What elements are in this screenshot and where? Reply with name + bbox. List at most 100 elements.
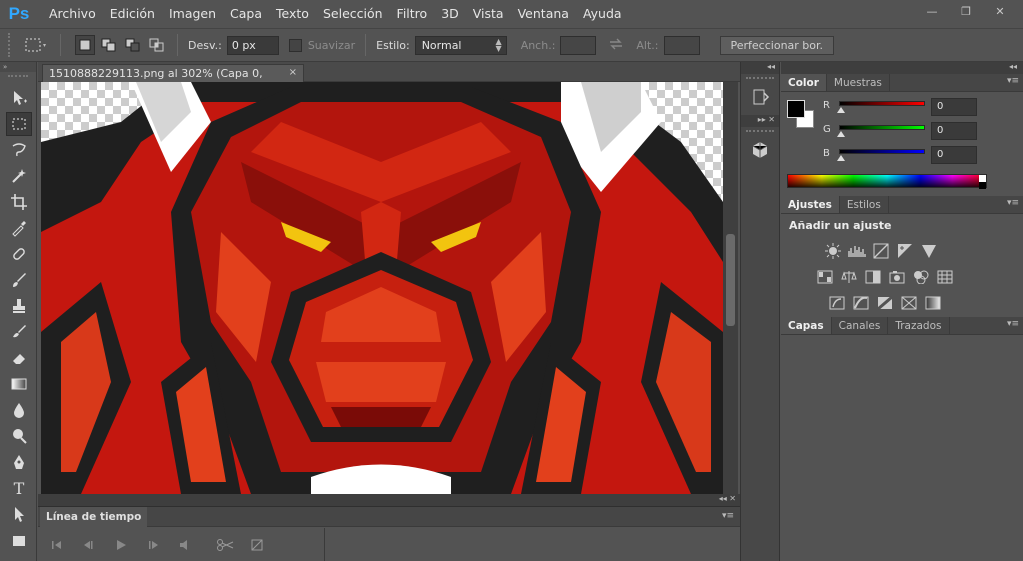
next-frame-icon[interactable] — [140, 534, 166, 556]
panel-menu-icon[interactable]: ▾≡ — [722, 511, 734, 521]
right-dock-collapse[interactable]: ◂◂ — [781, 62, 1023, 74]
slider-b-track[interactable] — [839, 149, 925, 154]
slider-b-value[interactable]: 0 — [931, 146, 977, 164]
canvas-vertical-scrollbar[interactable] — [723, 82, 738, 494]
gradient-map-icon[interactable] — [921, 295, 945, 311]
tab-estilos[interactable]: Estilos — [840, 196, 889, 213]
dock-grip-2[interactable] — [746, 130, 774, 135]
hue-saturation-icon[interactable] — [813, 269, 837, 285]
dock-expand[interactable]: ▸▸ ✕ — [741, 115, 779, 127]
path-select-icon[interactable] — [6, 502, 32, 526]
pen-icon[interactable] — [6, 450, 32, 474]
black-white-swatch[interactable] — [979, 175, 986, 189]
slider-g-knob[interactable] — [837, 131, 845, 137]
timeline-collapse-icon[interactable]: ◂◂ ✕ — [719, 494, 736, 503]
foreground-swatch[interactable] — [787, 100, 805, 118]
menu-ventana[interactable]: Ventana — [511, 0, 576, 28]
exposure-icon[interactable] — [893, 243, 917, 259]
menu-3d[interactable]: 3D — [434, 0, 466, 28]
layers-list[interactable] — [781, 336, 1023, 561]
brightness-icon[interactable] — [821, 243, 845, 259]
menu-imagen[interactable]: Imagen — [162, 0, 223, 28]
tools-collapse[interactable]: » — [0, 62, 36, 72]
dock-collapse[interactable]: ◂◂ — [741, 62, 779, 74]
scrollbar-thumb[interactable] — [726, 234, 735, 326]
menu-edicion[interactable]: Edición — [103, 0, 162, 28]
slider-g-value[interactable]: 0 — [931, 122, 977, 140]
photo-filter-icon[interactable] — [885, 269, 909, 285]
shape-icon[interactable] — [6, 528, 32, 552]
3d-panel-icon[interactable] — [746, 138, 774, 162]
tab-canales[interactable]: Canales — [832, 317, 889, 334]
history-panel-icon[interactable] — [746, 85, 774, 109]
slider-b-knob[interactable] — [837, 155, 845, 161]
color-lookup-icon[interactable] — [933, 269, 957, 285]
type-icon[interactable]: T — [6, 476, 32, 500]
audio-icon[interactable] — [172, 534, 198, 556]
scissors-icon[interactable] — [212, 534, 238, 556]
gradient-icon[interactable] — [6, 372, 32, 396]
menu-filtro[interactable]: Filtro — [390, 0, 435, 28]
prev-frame-icon[interactable] — [76, 534, 102, 556]
stamp-icon[interactable] — [6, 294, 32, 318]
first-frame-icon[interactable] — [44, 534, 70, 556]
swap-dimensions-icon[interactable] — [608, 38, 624, 53]
slider-r-value[interactable]: 0 — [931, 98, 977, 116]
menu-texto[interactable]: Texto — [269, 0, 316, 28]
transition-icon[interactable] — [244, 534, 270, 556]
slider-r-track[interactable] — [839, 101, 925, 106]
panel-menu-icon[interactable]: ▾≡ — [1007, 198, 1019, 208]
add-selection-button[interactable] — [99, 35, 119, 55]
menu-vista[interactable]: Vista — [466, 0, 511, 28]
options-grip[interactable] — [8, 33, 14, 57]
tab-muestras[interactable]: Muestras — [827, 74, 890, 91]
invert-icon[interactable] — [825, 295, 849, 311]
close-tab-icon[interactable]: × — [289, 67, 297, 78]
channel-mixer-icon[interactable] — [909, 269, 933, 285]
tab-ajustes[interactable]: Ajustes — [781, 196, 840, 213]
move-icon[interactable] — [6, 86, 32, 110]
rect-marquee-icon[interactable] — [6, 112, 32, 136]
height-input[interactable] — [663, 35, 700, 55]
eyedropper-icon[interactable] — [6, 216, 32, 240]
menu-capa[interactable]: Capa — [223, 0, 269, 28]
slider-r-knob[interactable] — [837, 107, 845, 113]
lasso-icon[interactable] — [6, 138, 32, 162]
play-icon[interactable] — [108, 534, 134, 556]
tools-grip[interactable] — [8, 75, 28, 83]
menu-archivo[interactable]: Archivo — [42, 0, 103, 28]
tab-trazados[interactable]: Trazados — [888, 317, 950, 334]
vibrance-icon[interactable] — [917, 243, 941, 259]
feather-input[interactable]: 0 px — [226, 35, 279, 55]
subtract-selection-button[interactable] — [123, 35, 143, 55]
panel-menu-icon[interactable]: ▾≡ — [1007, 319, 1019, 329]
blur-icon[interactable] — [6, 398, 32, 422]
posterize-icon[interactable] — [849, 295, 873, 311]
menu-seleccion[interactable]: Selección — [316, 0, 390, 28]
curves-icon[interactable] — [869, 243, 893, 259]
selective-color-icon[interactable] — [897, 295, 921, 311]
tool-preset-picker[interactable] — [20, 33, 50, 57]
color-spectrum[interactable] — [787, 174, 987, 189]
magic-wand-icon[interactable] — [6, 164, 32, 188]
panel-menu-icon[interactable]: ▾≡ — [1007, 76, 1019, 86]
dock-grip[interactable] — [746, 77, 774, 82]
refine-edge-button[interactable]: Perfeccionar bor. — [719, 35, 835, 55]
tab-capas[interactable]: Capas — [781, 317, 832, 334]
style-select[interactable]: Normal ▲ ▼ — [414, 35, 507, 55]
close-button[interactable]: ✕ — [985, 2, 1015, 20]
restore-button[interactable]: ❐ — [951, 2, 981, 20]
history-brush-icon[interactable] — [6, 320, 32, 344]
antialias-checkbox[interactable] — [288, 38, 302, 52]
timeline-tab[interactable]: Línea de tiempo — [40, 507, 148, 527]
eraser-icon[interactable] — [6, 346, 32, 370]
intersect-selection-button[interactable] — [147, 35, 167, 55]
minimize-button[interactable]: — — [917, 2, 947, 20]
healing-icon[interactable] — [6, 242, 32, 266]
crop-icon[interactable] — [6, 190, 32, 214]
tab-color[interactable]: Color — [781, 74, 827, 91]
document-tab[interactable]: 1510888229113.png al 302% (Capa 0, RGB/8… — [42, 64, 304, 93]
black-white-icon[interactable] — [861, 269, 885, 285]
color-balance-icon[interactable] — [837, 269, 861, 285]
brush-icon[interactable] — [6, 268, 32, 292]
